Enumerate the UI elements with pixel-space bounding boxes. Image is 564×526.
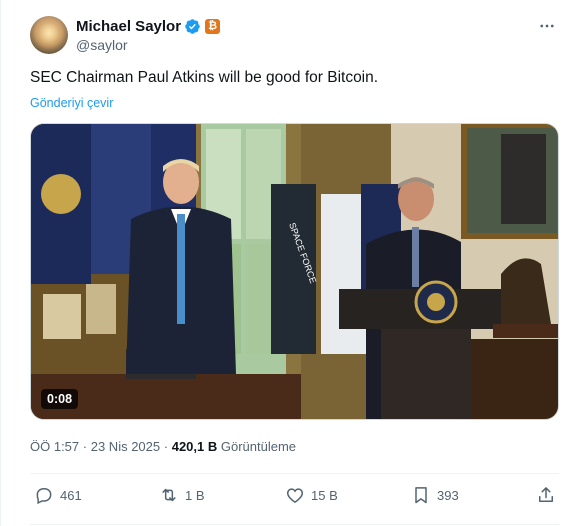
video-frame: SPACE FORCE: [31, 124, 558, 419]
author-handle[interactable]: @saylor: [76, 37, 128, 53]
bookmark-count: 393: [437, 487, 459, 503]
like-icon: [286, 488, 304, 503]
tweet-meta: ÖÖ 1:57 · 23 Nis 2025 · 420,1 B Görüntül…: [30, 439, 296, 454]
video-player[interactable]: SPACE FORCE 0:08: [30, 123, 559, 420]
tweet-header: Michael Saylor ₿ @saylor: [30, 14, 560, 56]
views-label: Görüntüleme: [220, 439, 297, 454]
translate-link[interactable]: Gönderiyi çevir: [30, 96, 113, 110]
like-count: 15 B: [311, 487, 338, 503]
retweet-count: 1 B: [185, 487, 205, 503]
tweet-time[interactable]: ÖÖ 1:57: [30, 439, 79, 454]
bookmark-icon: [415, 487, 427, 504]
bitcoin-badge-icon: ₿: [205, 18, 221, 34]
views-count: 420,1 B: [171, 439, 218, 454]
author-name[interactable]: Michael Saylor: [76, 18, 181, 35]
share-button[interactable]: [536, 484, 556, 506]
more-icon[interactable]: [536, 16, 558, 36]
reply-count: 461: [60, 487, 82, 503]
tweet-text: SEC Chairman Paul Atkins will be good fo…: [30, 69, 379, 86]
retweet-button[interactable]: 1 B: [159, 484, 205, 506]
left-border: [0, 0, 1, 526]
divider: [30, 473, 559, 474]
share-icon: [539, 487, 553, 502]
tweet-date[interactable]: 23 Nis 2025: [91, 439, 160, 454]
reply-icon: [36, 488, 52, 505]
video-duration: 0:08: [41, 389, 79, 409]
bookmark-button[interactable]: 393: [411, 484, 459, 506]
avatar[interactable]: [30, 16, 68, 54]
verified-icon: [185, 18, 200, 34]
reply-button[interactable]: 461: [34, 484, 82, 506]
meta-separator-1: ·: [82, 439, 88, 454]
retweet-icon: [162, 488, 176, 502]
author-name-row[interactable]: Michael Saylor ₿: [76, 16, 221, 36]
divider: [30, 524, 559, 525]
meta-separator-2: ·: [163, 439, 169, 454]
like-button[interactable]: 15 B: [285, 484, 338, 506]
action-bar: 461 1 B 15 B 393: [30, 484, 559, 508]
